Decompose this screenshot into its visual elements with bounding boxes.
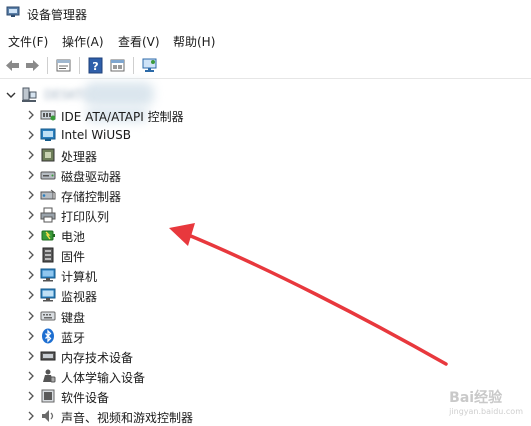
chevron-right-icon[interactable] <box>26 110 36 120</box>
watermark-brand: Bai经验 <box>449 390 503 406</box>
tree-node-label: 内存技术设备 <box>61 350 134 365</box>
monitor-icon <box>40 288 56 302</box>
svg-text:?: ? <box>92 60 98 73</box>
menu-view[interactable]: 查看(V) <box>118 33 160 50</box>
device-view-icon[interactable] <box>109 57 126 74</box>
tree-root-node[interactable]: DESKTOP <box>0 84 531 106</box>
keyboard-icon <box>40 311 56 320</box>
help-icon[interactable]: ? <box>87 57 104 74</box>
privacy-blur <box>84 82 154 106</box>
menu-help[interactable]: 帮助(H) <box>173 33 215 50</box>
tree-node[interactable]: 固件 <box>0 245 531 265</box>
computer-icon <box>40 268 56 282</box>
tree-node[interactable]: IDE ATA/ATAPI 控制器 <box>0 105 531 125</box>
tree-node[interactable]: 键盘 <box>0 306 531 326</box>
memory-device-icon <box>40 351 56 361</box>
chevron-right-icon[interactable] <box>26 270 36 280</box>
title-bar: 设备管理器 <box>0 0 531 28</box>
processor-icon <box>41 148 55 162</box>
tree-node-label: 打印队列 <box>61 210 110 225</box>
chevron-right-icon[interactable] <box>26 130 36 140</box>
tree-node[interactable]: 磁盘驱动器 <box>0 165 531 185</box>
watermark-url: jingyan.baidu.com <box>449 407 523 416</box>
chevron-right-icon[interactable] <box>26 391 36 401</box>
toolbar-separator <box>133 57 134 74</box>
tree-node-label: Intel WiUSB <box>61 128 131 143</box>
toolbar: ? <box>0 53 531 79</box>
chevron-right-icon[interactable] <box>26 371 36 381</box>
intel-wiusb-icon <box>40 128 56 142</box>
scan-hardware-icon[interactable] <box>141 57 158 74</box>
printer-icon <box>40 207 56 223</box>
tree-node-label: 存储控制器 <box>61 190 122 205</box>
chevron-right-icon[interactable] <box>26 230 36 240</box>
tree-node[interactable]: 电池 <box>0 225 531 245</box>
tree-node-label: IDE ATA/ATAPI 控制器 <box>61 110 184 124</box>
firmware-icon <box>42 247 54 263</box>
tree-node[interactable]: 存储控制器 <box>0 185 531 205</box>
tree-node-label: 监视器 <box>61 290 98 305</box>
tree-node[interactable]: Intel WiUSB <box>0 125 531 145</box>
menu-action[interactable]: 操作(A) <box>62 33 104 50</box>
tree-node[interactable]: 处理器 <box>0 145 531 165</box>
watermark: Bai经验 jingyan.baidu.com <box>449 387 523 416</box>
tree-node-label: 计算机 <box>61 270 98 285</box>
chevron-right-icon[interactable] <box>26 210 36 220</box>
properties-icon[interactable] <box>55 57 72 74</box>
chevron-right-icon[interactable] <box>26 311 36 321</box>
tree-node[interactable]: 人体学输入设备 <box>0 366 531 386</box>
chevron-right-icon[interactable] <box>26 170 36 180</box>
tree-node-label: 声音、视频和游戏控制器 <box>61 410 194 425</box>
chevron-right-icon[interactable] <box>26 290 36 300</box>
chevron-right-icon[interactable] <box>26 411 36 421</box>
chevron-right-icon[interactable] <box>26 250 36 260</box>
tree-node[interactable]: 蓝牙 <box>0 326 531 346</box>
software-device-icon <box>41 389 55 403</box>
device-manager-app-icon <box>6 6 20 17</box>
bluetooth-icon <box>42 328 54 344</box>
device-tree: DESKTOP IDE ATA/ATAPI 控制器 Intel WiUSB 处理器磁… <box>0 80 531 425</box>
toolbar-separator <box>47 57 48 74</box>
window-title: 设备管理器 <box>27 8 88 22</box>
toolbar-separator <box>79 57 80 74</box>
chevron-right-icon[interactable] <box>26 150 36 160</box>
tree-node[interactable]: 监视器 <box>0 285 531 305</box>
chevron-right-icon[interactable] <box>26 190 36 200</box>
chevron-down-icon[interactable] <box>6 90 16 100</box>
tree-node-label: 人体学输入设备 <box>61 370 146 385</box>
chevron-right-icon[interactable] <box>26 331 36 341</box>
tree-node-label: 键盘 <box>61 310 86 325</box>
tree-node-label: 磁盘驱动器 <box>61 170 122 185</box>
tree-node[interactable]: 内存技术设备 <box>0 346 531 366</box>
chevron-right-icon[interactable] <box>26 351 36 361</box>
tree-node-label: 固件 <box>61 250 86 265</box>
tree-node-label: 电池 <box>61 230 86 245</box>
menu-file[interactable]: 文件(F) <box>8 33 48 50</box>
computer-root-icon <box>22 87 37 102</box>
tree-node-label: 处理器 <box>61 150 98 165</box>
back-icon[interactable] <box>4 57 21 74</box>
storage-controller-icon <box>40 189 56 200</box>
battery-icon <box>41 230 55 241</box>
ide-controller-icon <box>40 110 56 121</box>
tree-node-label: 蓝牙 <box>61 330 86 345</box>
forward-icon[interactable] <box>24 57 41 74</box>
menu-bar: 文件(F) 操作(A) 查看(V) 帮助(H) <box>0 31 531 51</box>
sound-icon <box>42 409 54 422</box>
tree-node[interactable]: 计算机 <box>0 265 531 285</box>
tree-node[interactable]: 打印队列 <box>0 205 531 225</box>
disk-drive-icon <box>40 171 56 180</box>
hid-icon <box>43 369 56 383</box>
tree-node-label: 软件设备 <box>61 390 110 405</box>
